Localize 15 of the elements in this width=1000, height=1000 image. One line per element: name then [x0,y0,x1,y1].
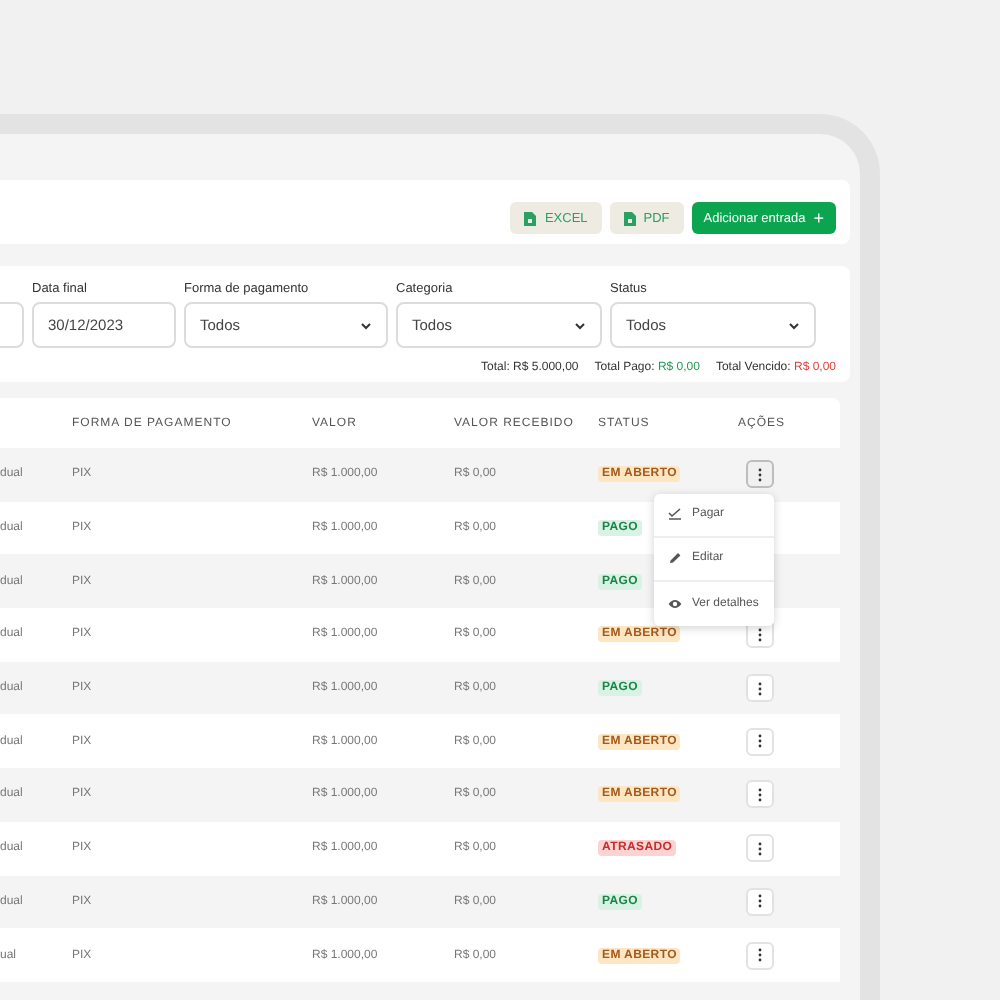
chevron-down-icon [788,321,800,329]
file-icon [524,211,537,225]
pencil-icon [668,552,682,565]
chevron-down-icon [360,321,372,329]
more-options-button[interactable] [746,727,774,756]
more-options-button[interactable] [746,887,774,916]
more-options-button[interactable] [746,834,774,863]
file-icon [623,211,636,225]
more-options-button[interactable] [746,674,774,703]
more-options-button[interactable] [746,941,774,970]
chevron-down-icon [574,321,586,329]
check-icon [668,508,682,521]
more-options-button[interactable] [746,780,774,809]
eye-icon [668,597,682,610]
more-options-button[interactable] [746,460,774,489]
